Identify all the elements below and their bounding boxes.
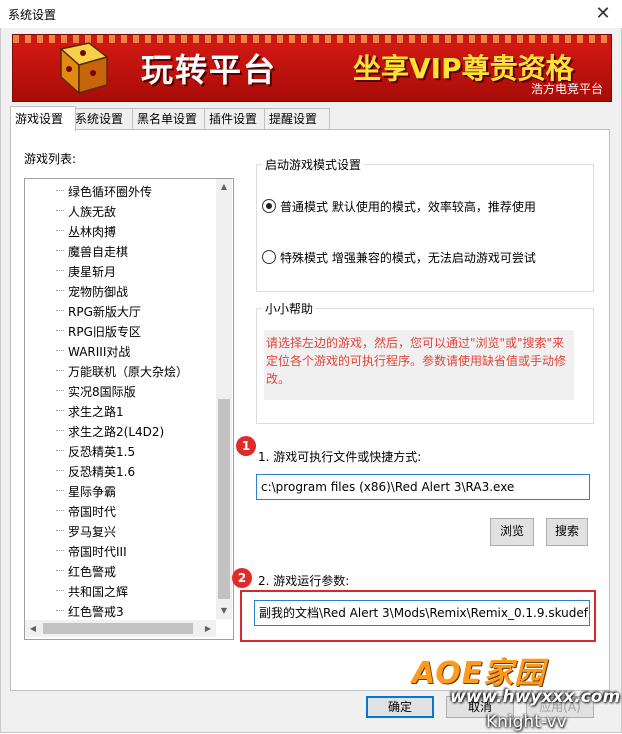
exe-path-label: 1. 游戏可执行文件或快捷方式: <box>258 450 422 464</box>
game-list-item[interactable]: 人族无敌 <box>68 203 116 220</box>
help-title: 小小帮助 <box>262 300 317 317</box>
game-list-item[interactable]: RPG旧版专区 <box>68 323 141 340</box>
tree-connector <box>56 210 64 211</box>
game-list-item[interactable]: 绿色循环圈外传 <box>68 183 152 200</box>
game-list-item[interactable]: 万能联机（原大杂烩） <box>68 363 188 380</box>
scroll-right-icon[interactable]: ▶ <box>200 620 216 637</box>
banner-subtitle: 浩方电竞平台 <box>530 82 603 96</box>
ok-button[interactable]: 确定 <box>366 696 434 718</box>
tree-connector <box>56 270 64 271</box>
game-list-item[interactable]: WARIII对战 <box>68 343 130 360</box>
game-list-item[interactable]: 魔兽自走棋 <box>68 243 128 260</box>
watermark-url: www.hwyxxx.com <box>450 687 621 707</box>
scroll-down-icon[interactable]: ▼ <box>216 603 232 619</box>
tree-connector <box>56 410 64 411</box>
game-list-item[interactable]: 反恐精英1.5 <box>68 443 135 460</box>
watermark-author: Knight-vv <box>486 712 567 732</box>
watermark-site-name: AOE家园 <box>412 656 546 691</box>
tree-connector <box>56 550 64 551</box>
horizontal-scroll-thumb[interactable] <box>43 623 193 634</box>
radio-normal-mode[interactable]: 普通模式 默认使用的模式，效率较高，推荐使用 <box>262 198 536 215</box>
tree-connector <box>56 230 64 231</box>
game-list-item[interactable]: 星际争霸 <box>68 483 116 500</box>
game-list-item[interactable]: 宠物防御战 <box>68 283 128 300</box>
tree-connector <box>56 250 64 251</box>
browse-button[interactable]: 浏览 <box>490 518 534 546</box>
game-list-item[interactable]: 反恐精英1.6 <box>68 463 135 480</box>
tree-connector <box>56 510 64 511</box>
game-list-item[interactable]: 求生之路2(L4D2) <box>68 423 164 440</box>
tree-connector <box>56 290 64 291</box>
game-list-item[interactable]: 帝国时代 <box>68 503 116 520</box>
banner-brand: 玩转平台 <box>141 51 278 89</box>
tree-connector <box>56 590 64 591</box>
scroll-left-icon[interactable]: ◀ <box>25 620 41 637</box>
tab-blacklist-settings[interactable]: 黑名单设置 <box>132 108 210 130</box>
tree-connector <box>56 350 64 351</box>
search-button[interactable]: 搜索 <box>546 518 588 546</box>
tree-connector <box>56 490 64 491</box>
tab-game-settings[interactable]: 游戏设置 <box>10 106 76 131</box>
radio-checked-icon[interactable] <box>262 199 276 213</box>
tree-connector <box>56 370 64 371</box>
exe-path-input[interactable]: c:\program files (x86)\Red Alert 3\RA3.e… <box>256 474 590 500</box>
tab-plugin-settings[interactable]: 插件设置 <box>204 108 270 130</box>
tree-connector <box>56 570 64 571</box>
game-list-item[interactable]: 红色警戒3 <box>68 603 124 620</box>
launch-mode-group <box>256 164 594 292</box>
game-list-item[interactable]: 罗马复兴 <box>68 523 116 540</box>
game-list-item[interactable]: 红色警戒 <box>68 563 116 580</box>
normal-mode-label: 普通模式 默认使用的模式，效率较高，推荐使用 <box>280 200 536 214</box>
special-mode-label: 特殊模式 增强兼容的模式，无法启动游戏可尝试 <box>280 251 536 265</box>
window-title: 系统设置 <box>8 8 57 22</box>
launch-mode-title: 启动游戏模式设置 <box>262 156 365 173</box>
game-list-item[interactable]: 庚星斩月 <box>68 263 116 280</box>
annotation-badge-2: 2 <box>232 568 252 588</box>
tree-connector <box>56 190 64 191</box>
tree-connector <box>56 390 64 391</box>
annotation-badge-1: 1 <box>236 436 256 456</box>
tree-connector <box>56 330 64 331</box>
game-list-item[interactable]: 帝国时代III <box>68 543 127 560</box>
vertical-scrollbar[interactable]: ▲ ▼ <box>216 179 232 619</box>
vertical-scroll-thumb[interactable] <box>218 399 230 599</box>
tab-reminder-settings[interactable]: 提醒设置 <box>264 108 330 130</box>
horizontal-scrollbar[interactable]: ◀ ▶ <box>25 620 216 637</box>
game-list-item[interactable]: 共和国之辉 <box>68 583 128 600</box>
game-list-item[interactable]: 丛林肉搏 <box>68 223 116 240</box>
game-list-title: 游戏列表: <box>24 152 77 166</box>
radio-special-mode[interactable]: 特殊模式 增强兼容的模式，无法启动游戏可尝试 <box>262 249 536 266</box>
tree-connector <box>56 310 64 311</box>
tree-connector <box>56 610 64 611</box>
dice-logo-icon <box>59 42 109 95</box>
title-bar: 系统设置 ✕ <box>0 0 622 29</box>
tree-connector <box>56 470 64 471</box>
tree-connector <box>56 530 64 531</box>
promo-banner[interactable]: 玩转平台 坐享VIP尊贵资格 浩方电竞平台 <box>12 34 612 102</box>
game-list-item[interactable]: 实况8国际版 <box>68 383 136 400</box>
radio-unchecked-icon[interactable] <box>262 250 276 264</box>
tree-connector <box>56 450 64 451</box>
help-text: 请选择左边的游戏，然后，您可以通过"浏览"或"搜索"来定位各个游戏的可执行程序。… <box>266 336 567 386</box>
args-input[interactable]: 副我的文档\Red Alert 3\Mods\Remix\Remix_0.1.9… <box>254 600 590 626</box>
game-list-item[interactable]: RPG新版大厅 <box>68 303 141 320</box>
game-list-item[interactable]: 求生之路1 <box>68 403 124 420</box>
args-label: 2. 游戏运行参数: <box>258 574 350 588</box>
tab-system-settings[interactable]: 系统设置 <box>70 108 136 130</box>
scroll-up-icon[interactable]: ▲ <box>216 179 232 195</box>
tree-connector <box>56 430 64 431</box>
close-icon[interactable]: ✕ <box>592 3 614 25</box>
